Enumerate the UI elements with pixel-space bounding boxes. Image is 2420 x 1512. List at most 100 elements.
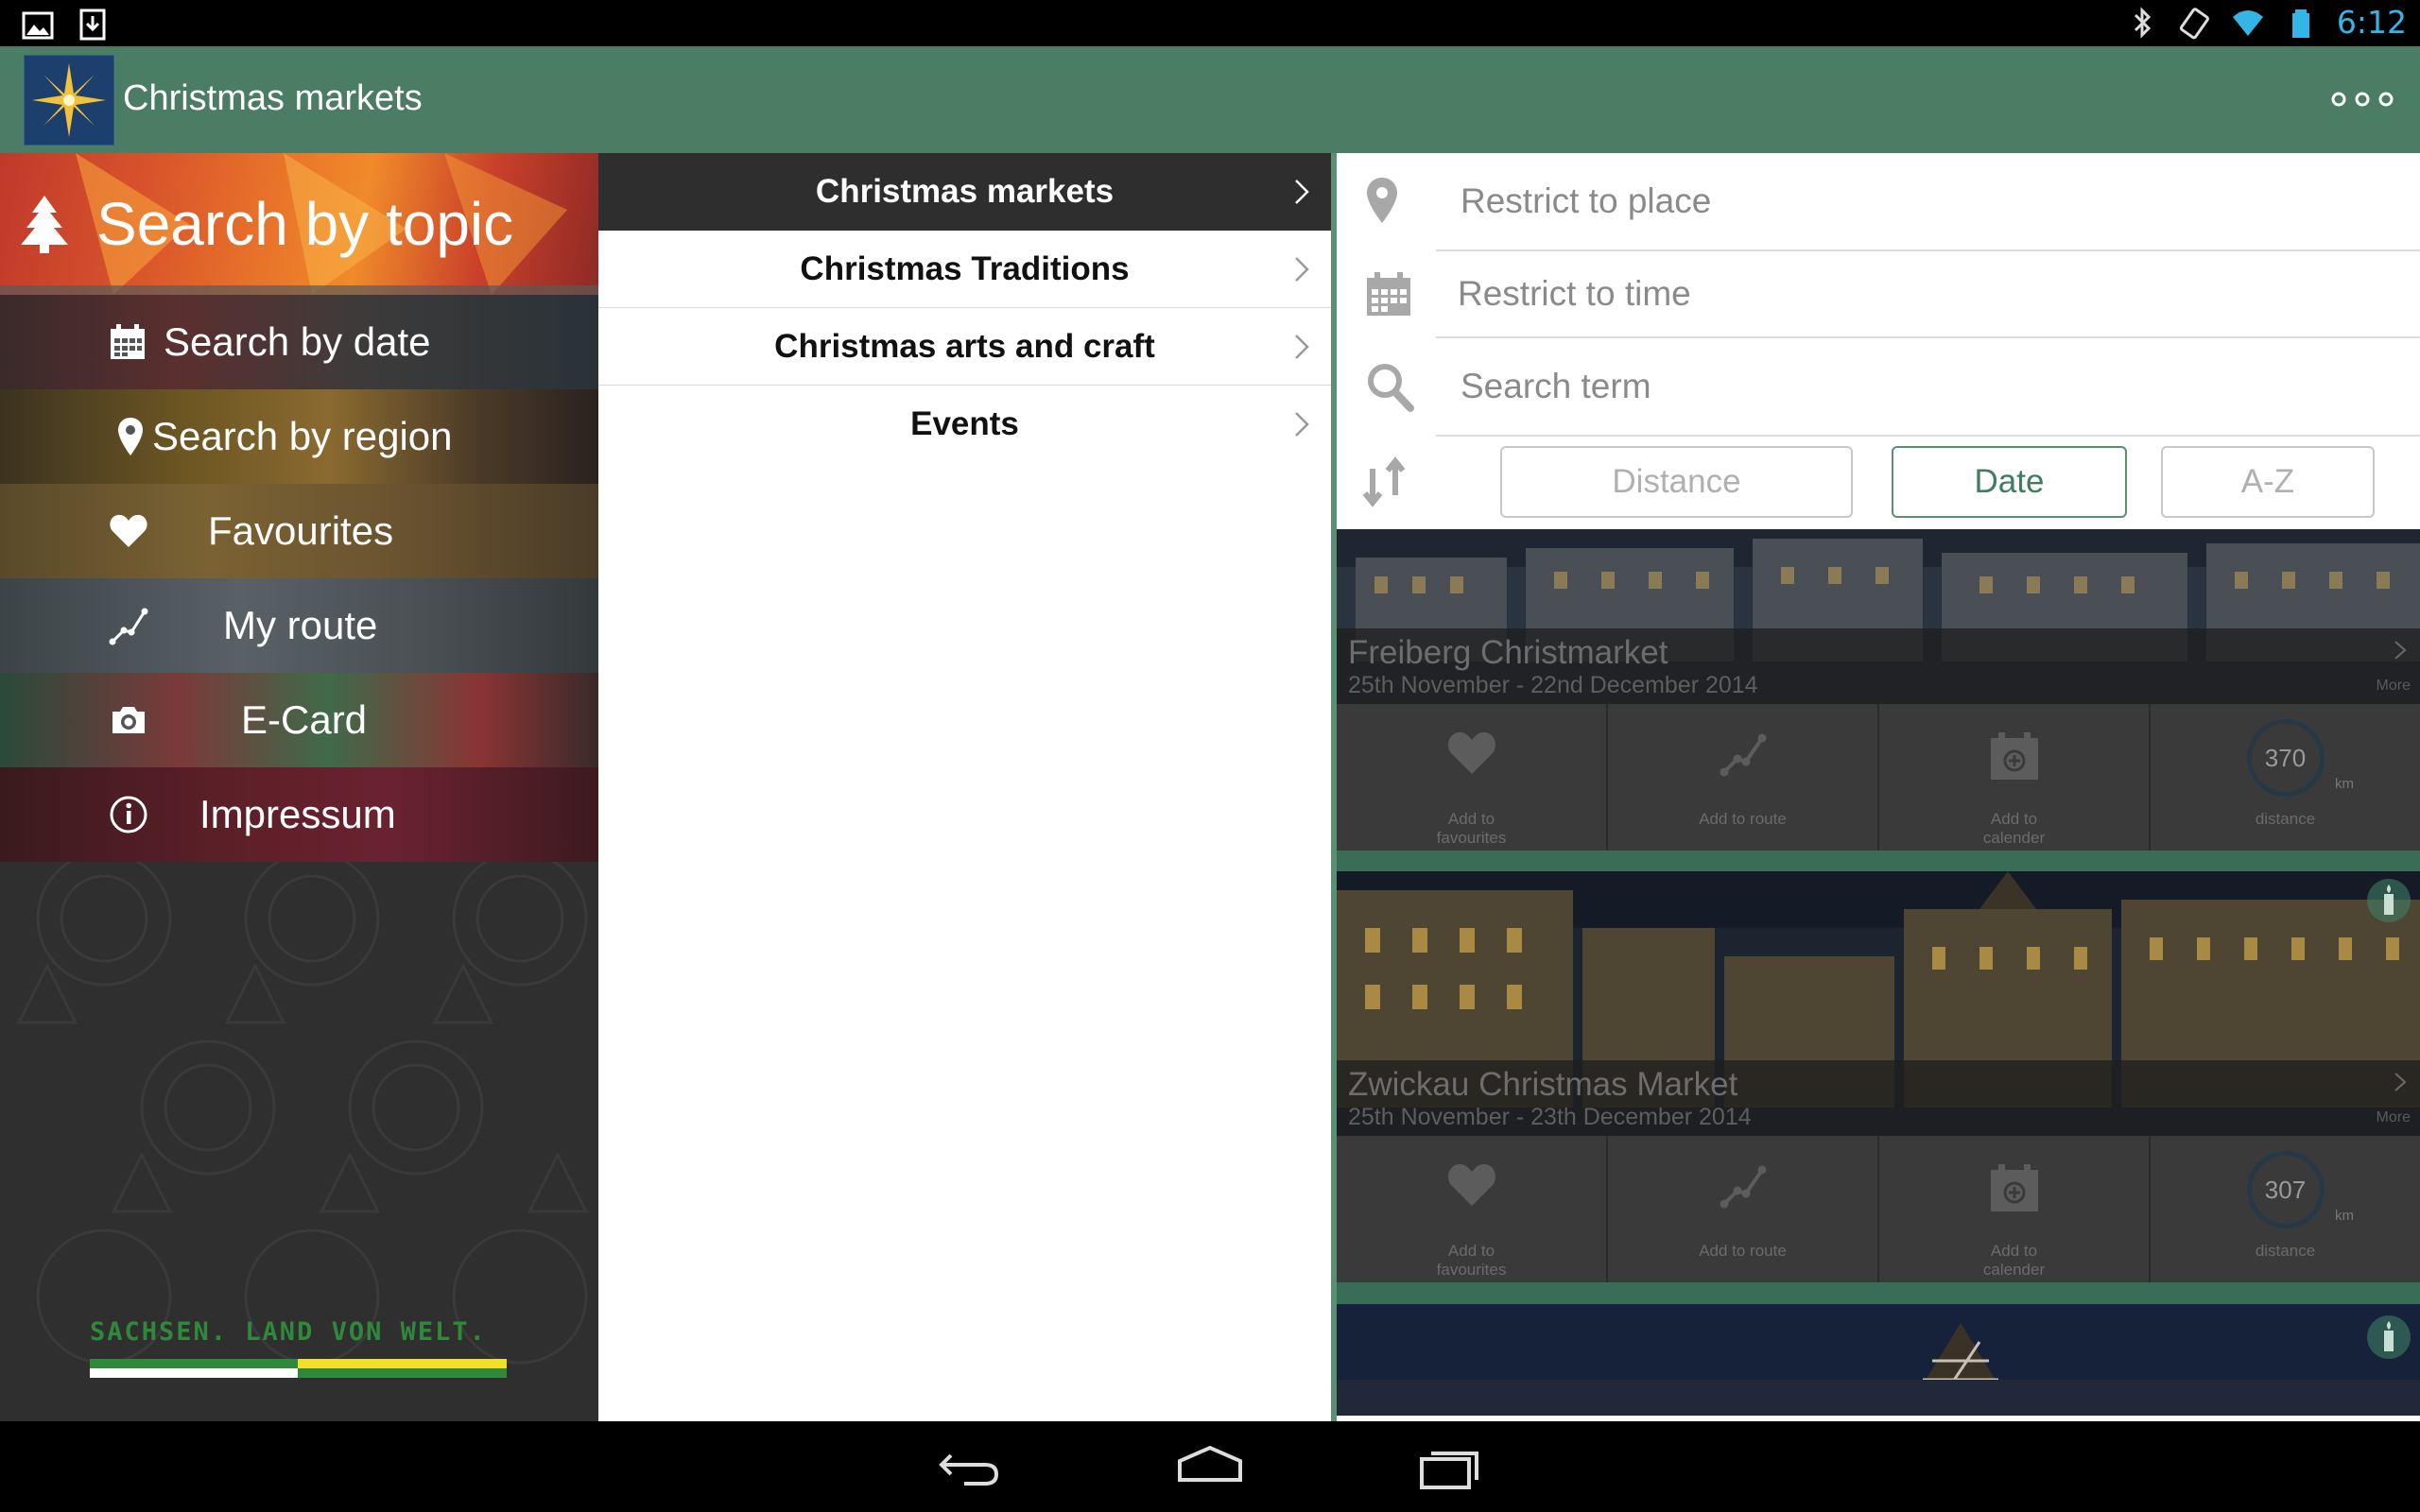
add-to-route-label: Add to route: [1699, 1242, 1787, 1260]
nav-impressum-label: Impressum: [199, 792, 396, 836]
chevron-right-icon: [2394, 641, 2407, 660]
nav-favourites-label: Favourites: [208, 508, 394, 553]
search-term-text: Search term: [1461, 367, 1651, 405]
candle-badge-icon: [2367, 879, 2411, 922]
zwickau-image[interactable]: Zwickau Christmas Market 25th November -…: [1337, 871, 2420, 1136]
calendar-icon: [111, 324, 145, 359]
result-image[interactable]: [1337, 1304, 2420, 1416]
pin-icon: [118, 418, 143, 455]
topic-item-events[interactable]: Events: [598, 386, 1331, 463]
chevron-right-icon: [1295, 335, 1309, 359]
result-dates: 25th November - 22nd December 2014: [1348, 672, 1758, 698]
wifi-icon: [2232, 9, 2263, 36]
nav-search-by-region[interactable]: Search by region: [0, 389, 598, 484]
divider: [1436, 435, 2420, 437]
add-to-calendar-label: Add to calender: [1982, 1242, 2046, 1279]
nav-search-by-topic-label: Search by topic: [96, 190, 514, 258]
search-icon: [1368, 364, 1414, 412]
recents-icon[interactable]: [1418, 1442, 1484, 1491]
result-image[interactable]: Freiberg Christmarket 25th November - 22…: [1337, 529, 2420, 704]
system-navigation-bar: [0, 1421, 2420, 1512]
add-to-route-button[interactable]: Add to route: [1608, 1136, 1879, 1282]
heart-icon: [1447, 1163, 1495, 1206]
saxony-flag-bar: [90, 1359, 507, 1378]
chevron-right-icon: [2394, 1073, 2407, 1091]
chevron-right-icon: [1295, 180, 1309, 204]
distance-value: 307: [2246, 1151, 2325, 1228]
sort-az-button[interactable]: A-Z: [2161, 446, 2375, 518]
nav-my-route-label: My route: [223, 603, 378, 647]
sort-date-button[interactable]: Date: [1892, 446, 2127, 518]
sort-distance-button[interactable]: Distance: [1500, 446, 1853, 518]
distance-unit: km: [2335, 1208, 2354, 1224]
candle-badge-icon: [2367, 1315, 2411, 1359]
chevron-right-icon: [1295, 412, 1309, 437]
result-title: Zwickau Christmas Market: [1348, 1066, 1738, 1103]
camera-icon: [112, 707, 145, 733]
nav-e-card-label: E-Card: [241, 697, 368, 742]
app-title: Christmas markets: [123, 78, 423, 118]
topic-item-label: Events: [910, 405, 1019, 442]
saxony-slogan: SACHSEN. LAND VON WELT.: [90, 1317, 487, 1347]
action-bar: Christmas markets: [0, 46, 2420, 153]
calendar-icon: [1367, 272, 1410, 316]
nav-search-by-date-label: Search by date: [164, 319, 431, 364]
result-caption: Freiberg Christmarket 25th November - 22…: [1337, 628, 2420, 704]
sort-icon: [1362, 456, 1406, 507]
route-icon: [1720, 733, 1766, 777]
battery-icon: [2291, 9, 2309, 38]
topic-item-label: Christmas arts and craft: [774, 327, 1155, 365]
image-notification-icon: [22, 11, 54, 40]
nav-search-by-topic[interactable]: Search by topic: [0, 153, 598, 295]
calendar-add-icon: [1990, 732, 2038, 780]
result-actions: Add to favourites Add to route Add to ca…: [1337, 1136, 2420, 1282]
status-time: 6:12: [2336, 4, 2407, 41]
topic-item-christmas-traditions[interactable]: Christmas Traditions: [598, 231, 1331, 308]
result-title: Freiberg Christmarket: [1348, 634, 1668, 671]
calendar-add-icon: [1990, 1164, 2038, 1211]
topic-item-christmas-arts-and-craft[interactable]: Christmas arts and craft: [598, 308, 1331, 386]
topic-item-label: Christmas Traditions: [800, 249, 1130, 287]
result-dates: 25th November - 23th December 2014: [1348, 1104, 1752, 1130]
nav-search-by-date[interactable]: Search by date: [0, 295, 598, 389]
result-caption: Zwickau Christmas Market 25th November -…: [1337, 1060, 2420, 1136]
heart-icon: [1447, 731, 1495, 774]
results-list[interactable]: Freiberg Christmarket 25th November - 22…: [1337, 529, 2420, 1416]
nav-search-by-region-label: Search by region: [152, 414, 453, 458]
status-bar: 6:12: [0, 0, 2420, 46]
rotation-icon: [2179, 7, 2209, 39]
heart-icon: [110, 514, 147, 547]
nav-impressum[interactable]: Impressum: [0, 767, 598, 862]
overflow-menu-icon[interactable]: [2329, 88, 2395, 111]
add-to-favourites-button[interactable]: Add to favourites: [1337, 1136, 1608, 1282]
add-to-calendar-button[interactable]: Add to calender: [1879, 1136, 2151, 1282]
nav-e-card[interactable]: E-Card: [0, 673, 598, 767]
route-icon: [109, 608, 148, 645]
route-icon: [1720, 1165, 1766, 1209]
nav-favourites[interactable]: Favourites: [0, 484, 598, 578]
search-term-input[interactable]: Search term: [1337, 338, 2420, 437]
nav-my-route[interactable]: My route: [0, 578, 598, 673]
place-filter-text: Restrict to place: [1461, 181, 1712, 220]
left-navigation: Search by topic Search by date Search by…: [0, 153, 598, 1421]
back-icon[interactable]: [936, 1442, 1002, 1491]
result-more-link[interactable]: More: [2377, 1109, 2411, 1126]
place-filter[interactable]: Restrict to place: [1337, 153, 2420, 251]
pin-icon: [1367, 178, 1397, 223]
download-notification-icon: [79, 9, 106, 41]
bluetooth-icon: [2134, 6, 2152, 39]
time-filter[interactable]: Restrict to time: [1337, 251, 2420, 338]
results-panel: Restrict to place Restrict to time Searc…: [1331, 153, 2420, 1421]
home-icon[interactable]: [1176, 1442, 1244, 1491]
distance-label: distance: [2255, 1242, 2316, 1260]
add-to-favourites-label: Add to favourites: [1436, 1242, 1507, 1279]
chevron-right-icon: [1295, 257, 1309, 282]
topic-item-christmas-markets[interactable]: Christmas markets: [598, 153, 1331, 231]
info-icon: [110, 796, 147, 833]
topic-list: Christmas markets Christmas Traditions C…: [598, 153, 1331, 1421]
result-more-link[interactable]: More: [2377, 678, 2411, 695]
app-logo-star-icon[interactable]: [24, 55, 114, 146]
time-filter-text: Restrict to time: [1458, 274, 1691, 313]
christmas-tree-icon: [21, 196, 68, 253]
distance-indicator: 307 km distance: [2151, 1136, 2420, 1282]
